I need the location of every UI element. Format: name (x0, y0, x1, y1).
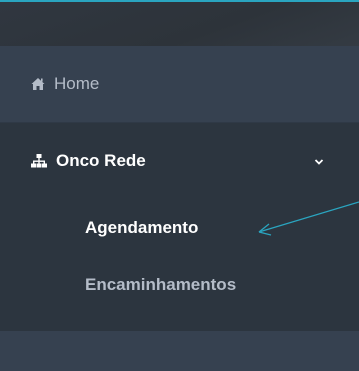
annotation-arrow-icon (258, 201, 359, 236)
